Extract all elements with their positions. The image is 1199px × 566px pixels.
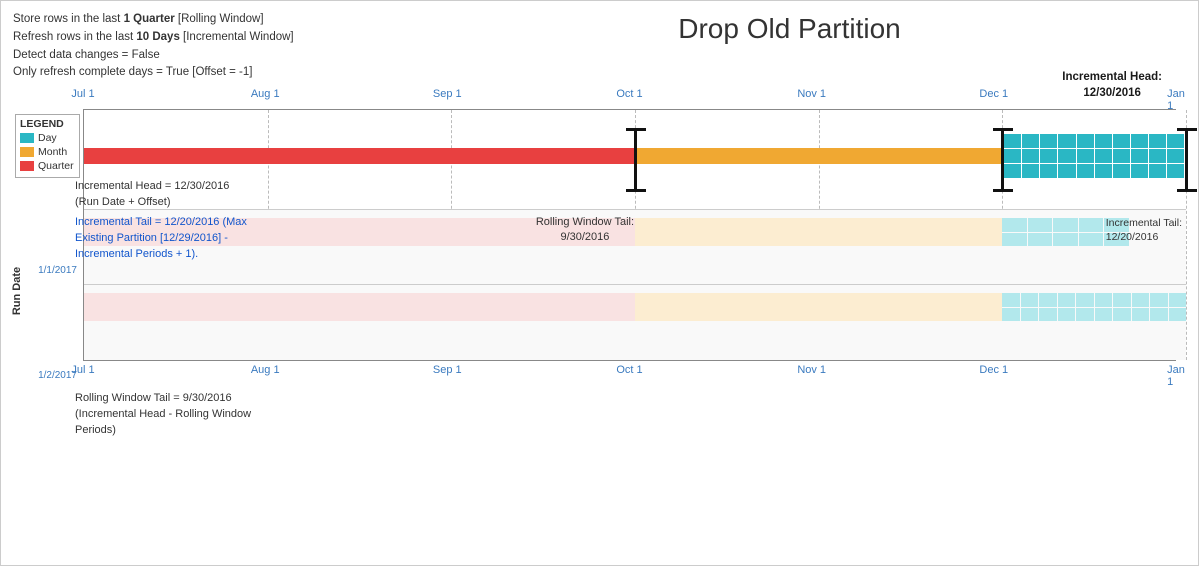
axis-label-oct: Oct 1 (616, 88, 642, 100)
ibeam-dec-vert (1001, 128, 1004, 192)
day-tiles-top (1002, 132, 1186, 180)
bot-axis-sep: Sep 1 (433, 364, 462, 376)
quarter-bar-main (84, 148, 635, 164)
day-swatch (20, 133, 34, 143)
axis-bottom: Jul 1 Aug 1 Sep 1 Oct 1 Nov 1 Dec 1 Jan … (83, 360, 1176, 382)
bot-axis-jul: Jul 1 (71, 364, 94, 376)
legend-item-day: Day (20, 132, 75, 144)
row2-day-tiles (1002, 293, 1186, 321)
axis-label-aug: Aug 1 (251, 88, 280, 100)
rolling-window-tail-label: Rolling Window Tail:9/30/2016 (536, 215, 634, 245)
day-grid-top (1004, 134, 1184, 178)
bot-axis-nov: Nov 1 (797, 364, 826, 376)
row2-quarter-bg (84, 293, 635, 321)
run-date-2: 1/2/2017 (15, 370, 77, 381)
legend-label-month: Month (38, 146, 67, 158)
legend-box: LEGEND Day Month Quarter (15, 114, 80, 178)
ibeam-jan-top (1177, 128, 1197, 131)
legend-item-month: Month (20, 146, 75, 158)
bot-axis-dec: Dec 1 (979, 364, 1008, 376)
row2-month-bg (635, 293, 1002, 321)
bot-axis-oct: Oct 1 (616, 364, 642, 376)
axis-label-jan: Jan 1 (1167, 88, 1185, 112)
legend-item-quarter: Quarter (20, 160, 75, 172)
row1-month-bg (635, 218, 1002, 246)
legend-label-day: Day (38, 132, 57, 144)
ibeam-oct-top (626, 128, 646, 131)
ibeam-oct-vert (634, 128, 637, 192)
ibeam-dec-top (993, 128, 1013, 131)
bot-axis-jan: Jan 1 (1167, 364, 1185, 388)
left-panel: LEGEND Day Month Quarter Run Date 1/1/20… (13, 110, 83, 360)
page-title: Drop Old Partition (393, 11, 1186, 45)
legend-title: LEGEND (20, 118, 75, 130)
axis-top: Jul 1 Aug 1 Sep 1 Oct 1 Nov 1 Dec 1 Jan … (83, 88, 1176, 110)
month-swatch (20, 147, 34, 157)
quarter-swatch (20, 161, 34, 171)
info-block: Store rows in the last 1 Quarter [Rollin… (13, 11, 393, 82)
axis-label-dec: Dec 1 (979, 88, 1008, 100)
ibeam-dec-bot (993, 189, 1013, 192)
month-bar-main (635, 148, 1002, 164)
ibeam-jan-vert (1185, 128, 1188, 192)
row-run2 (84, 285, 1186, 360)
axis-label-jul: Jul 1 (71, 88, 94, 100)
bot-axis-aug: Aug 1 (251, 364, 280, 376)
legend-label-quarter: Quarter (38, 160, 74, 172)
axis-label-nov: Nov 1 (797, 88, 826, 100)
ibeam-oct-bot (626, 189, 646, 192)
ibeam-jan-bot (1177, 189, 1197, 192)
row1-inc-tail-label: Incremental Tail:12/20/2016 (1106, 216, 1182, 244)
annotations-run1: Incremental Head = 12/30/2016(Run Date +… (75, 179, 365, 267)
annotations-run2: Rolling Window Tail = 9/30/2016(Incremen… (75, 391, 365, 439)
run-date-1: 1/1/2017 (15, 265, 77, 276)
axis-label-sep: Sep 1 (433, 88, 462, 100)
